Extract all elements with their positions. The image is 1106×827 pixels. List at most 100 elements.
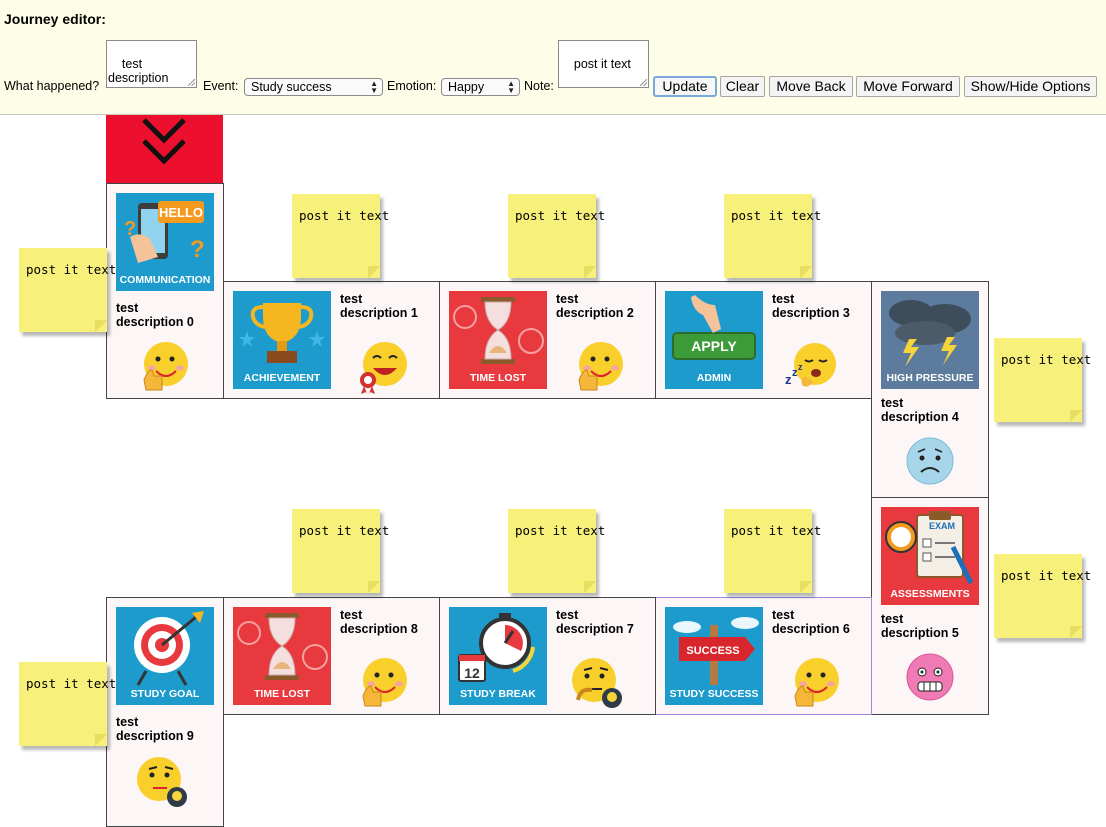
- post-it-note[interactable]: post it text: [19, 248, 116, 332]
- image-label: HIGH PRESSURE: [887, 372, 974, 384]
- editor-title: Journey editor:: [4, 11, 106, 27]
- image-text: 12: [464, 665, 480, 681]
- clear-button[interactable]: Clear: [720, 76, 765, 97]
- journey-cell-9[interactable]: STUDY GOAL test description 9: [106, 597, 224, 827]
- post-it-note[interactable]: post it text: [508, 509, 605, 593]
- post-it-note[interactable]: post it text: [724, 509, 821, 593]
- image-label: ASSESSMENTS: [890, 588, 969, 600]
- study-goal-image: STUDY GOAL: [116, 607, 214, 705]
- event-select-value: Study success: [251, 80, 332, 94]
- communication-image: HELLO ? ? COMMUNICATION: [116, 193, 214, 291]
- thinking-idea-emoji-icon: [137, 757, 187, 807]
- post-it-text: post it text: [299, 523, 390, 538]
- image-label: STUDY BREAK: [460, 688, 536, 700]
- cell-description: test description 6: [772, 608, 850, 636]
- emotion-label: Emotion:: [387, 79, 437, 93]
- thinking-idea-emoji-icon: [572, 658, 622, 708]
- note-value: post it text: [573, 57, 631, 71]
- move-back-button[interactable]: Move Back: [769, 76, 853, 97]
- select-arrows-icon: ▲ ▼: [370, 79, 378, 95]
- cell-description: test description 9: [116, 715, 194, 743]
- what-happened-textarea[interactable]: test description 6: [106, 40, 197, 88]
- show-hide-options-button[interactable]: Show/Hide Options: [964, 76, 1097, 97]
- image-label: STUDY SUCCESS: [669, 688, 758, 700]
- journey-cell-1[interactable]: ACHIEVEMENT test description 1: [223, 281, 440, 399]
- admin-image: APPLY ADMIN: [665, 291, 763, 389]
- select-arrows-icon: ▲ ▼: [507, 79, 515, 95]
- post-it-text: post it text: [731, 208, 822, 223]
- study-success-image: SUCCESS STUDY SUCCESS: [665, 607, 763, 705]
- time-lost-image: TIME LOST: [233, 607, 331, 705]
- cell-description: test description 3: [772, 292, 850, 320]
- happy-award-emoji-icon: [360, 342, 407, 394]
- journey-cell-7[interactable]: 12 STUDY BREAK test description 7: [439, 597, 656, 715]
- cell-description: test description 1: [340, 292, 418, 320]
- image-label: ADMIN: [697, 372, 731, 384]
- post-it-text: post it text: [515, 208, 606, 223]
- image-label: ACHIEVEMENT: [244, 372, 321, 384]
- image-label: TIME LOST: [254, 688, 311, 700]
- sad-emoji-icon: [906, 437, 954, 485]
- post-it-note[interactable]: post it text: [994, 338, 1091, 422]
- image-text: APPLY: [691, 338, 737, 354]
- emotion-select-value: Happy: [448, 80, 485, 94]
- journey-cell-4[interactable]: HIGH PRESSURE test description 4: [871, 281, 989, 498]
- post-it-text: post it text: [515, 523, 606, 538]
- what-happened-label: What happened?: [4, 79, 100, 93]
- svg-text:?: ?: [124, 218, 136, 240]
- image-text: SUCCESS: [686, 645, 739, 657]
- journey-cell-6-selected[interactable]: SUCCESS STUDY SUCCESS test description 6: [655, 597, 872, 715]
- cell-description: test description 5: [881, 612, 959, 640]
- happy-thumbs-up-emoji-icon: [794, 658, 839, 707]
- svg-text:z: z: [798, 362, 803, 372]
- emotion-select[interactable]: Happy ▲ ▼: [441, 78, 520, 96]
- post-it-note[interactable]: post it text: [292, 194, 389, 278]
- image-label: COMMUNICATION: [120, 274, 211, 286]
- journey-board: HELLO ? ? COMMUNICATION test description…: [0, 115, 1106, 827]
- svg-text:z: z: [785, 372, 792, 387]
- sleepy-emoji-icon: z z z: [785, 343, 836, 387]
- post-it-note[interactable]: post it text: [994, 554, 1091, 638]
- anxious-emoji-icon: [906, 653, 954, 701]
- journey-editor-panel: Journey editor: What happened? test desc…: [0, 0, 1106, 115]
- svg-text:?: ?: [190, 236, 205, 263]
- event-select[interactable]: Study success ▲ ▼: [244, 78, 383, 96]
- journey-cell-0[interactable]: HELLO ? ? COMMUNICATION test description…: [106, 183, 224, 399]
- post-it-text: post it text: [731, 523, 822, 538]
- post-it-note[interactable]: post it text: [508, 194, 605, 278]
- journey-cell-5[interactable]: EXAM ASSESSMENTS test description 5: [871, 497, 989, 715]
- image-text: EXAM: [929, 521, 955, 531]
- post-it-note[interactable]: post it text: [724, 194, 821, 278]
- cell-description: test description 0: [116, 301, 194, 329]
- post-it-note[interactable]: post it text: [19, 662, 116, 746]
- move-forward-button[interactable]: Move Forward: [856, 76, 960, 97]
- post-it-note[interactable]: post it text: [292, 509, 389, 593]
- post-it-text: post it text: [1001, 352, 1092, 367]
- journey-cell-3[interactable]: APPLY ADMIN test description 3 z z z: [655, 281, 872, 399]
- post-it-text: post it text: [26, 676, 117, 691]
- double-chevron-down-icon: [142, 118, 186, 165]
- assessments-image: EXAM ASSESSMENTS: [881, 507, 979, 605]
- post-it-text: post it text: [299, 208, 390, 223]
- post-it-text: post it text: [1001, 568, 1092, 583]
- cell-description: test description 4: [881, 396, 959, 424]
- journey-cell-8[interactable]: TIME LOST test description 8: [223, 597, 440, 715]
- journey-cell-2[interactable]: TIME LOST test description 2: [439, 281, 656, 399]
- high-pressure-image: HIGH PRESSURE: [881, 291, 979, 389]
- note-label: Note:: [524, 79, 554, 93]
- time-lost-image: TIME LOST: [449, 291, 547, 389]
- what-happened-value: test description 6: [108, 57, 169, 87]
- event-label: Event:: [203, 79, 239, 93]
- cell-description: test description 8: [340, 608, 418, 636]
- resize-grip-icon[interactable]: [640, 79, 647, 86]
- update-button[interactable]: Update: [653, 76, 717, 97]
- note-textarea[interactable]: post it text: [558, 40, 649, 88]
- post-it-text: post it text: [26, 262, 117, 277]
- study-break-image: 12 STUDY BREAK: [449, 607, 547, 705]
- happy-thumbs-up-emoji-icon: [143, 342, 188, 391]
- image-text: HELLO: [159, 205, 203, 220]
- achievement-image: ACHIEVEMENT: [233, 291, 331, 389]
- cell-description: test description 2: [556, 292, 634, 320]
- resize-grip-icon[interactable]: [188, 79, 195, 86]
- journey-start-tile: [106, 115, 223, 183]
